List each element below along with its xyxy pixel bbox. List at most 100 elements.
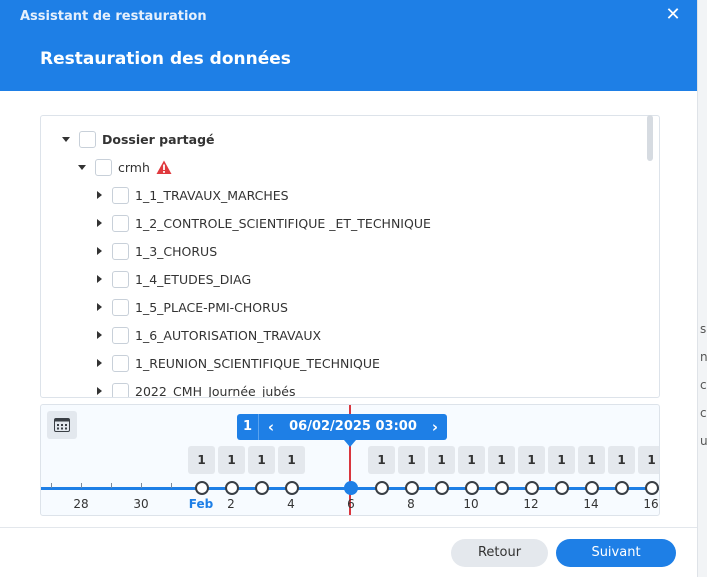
snapshot-node[interactable]: [375, 481, 389, 495]
next-button[interactable]: Suivant: [556, 539, 676, 567]
day-label: 8: [407, 497, 415, 511]
background-text: n: [700, 350, 707, 364]
window-title: Assistant de restauration: [20, 9, 207, 24]
folder-label: 1_2_CONTROLE_SCIENTIFIQUE _ET_TECHNIQUE: [135, 215, 431, 231]
chevron-right-icon[interactable]: [92, 384, 106, 397]
background-text: s: [700, 322, 707, 336]
chevron-right-icon[interactable]: [92, 300, 106, 314]
background-text: u: [700, 434, 707, 448]
chevron-down-icon[interactable]: [59, 132, 73, 146]
snapshot-count-badge[interactable]: 1: [488, 446, 515, 474]
snapshot-count-badge[interactable]: 1: [578, 446, 605, 474]
tree-row-root[interactable]: Dossier partagé: [59, 125, 215, 153]
day-label: 14: [583, 497, 599, 511]
folder-checkbox[interactable]: [112, 354, 129, 372]
background-text: c: [700, 406, 707, 420]
selected-snapshot-node[interactable]: [344, 481, 358, 495]
snapshot-node[interactable]: [525, 481, 539, 495]
snapshot-count-badge[interactable]: 1: [638, 446, 659, 474]
folder-checkbox[interactable]: [112, 326, 129, 344]
close-icon[interactable]: ✕: [662, 4, 684, 26]
chevron-right-icon[interactable]: [92, 356, 106, 370]
day-label: 12: [523, 497, 539, 511]
calendar-button[interactable]: [47, 411, 77, 439]
folder-tree[interactable]: Dossier partagé crmh 1_1_TRAVAUX_MARCHES…: [40, 115, 660, 398]
folder-label: 1_REUNION_SCIENTIFIQUE_TECHNIQUE: [135, 355, 380, 371]
tree-row-folder[interactable]: 1_3_CHORUS: [92, 237, 217, 265]
chevron-right-icon[interactable]: [92, 244, 106, 258]
day-label: 16: [643, 497, 659, 511]
tree-row-folder[interactable]: 1_5_PLACE-PMI-CHORUS: [92, 293, 288, 321]
tree-row-folder[interactable]: 2022_CMH_Journée_jubés: [92, 377, 296, 398]
snapshot-node[interactable]: [435, 481, 449, 495]
snapshot-count: 1: [237, 414, 259, 440]
background-text: c: [700, 378, 707, 392]
snapshot-node[interactable]: [405, 481, 419, 495]
chevron-right-icon[interactable]: [92, 272, 106, 286]
snapshot-node[interactable]: [255, 481, 269, 495]
chevron-right-icon[interactable]: [92, 216, 106, 230]
snapshot-node[interactable]: [465, 481, 479, 495]
snapshot-count-badge[interactable]: 1: [548, 446, 575, 474]
snapshot-count-badge[interactable]: 1: [218, 446, 245, 474]
folder-label: 1_3_CHORUS: [135, 243, 218, 259]
folder-label: 1_6_AUTORISATION_TRAVAUX: [135, 327, 322, 343]
restore-wizard-dialog: Assistant de restauration ✕ Restauration…: [0, 0, 697, 577]
back-button[interactable]: Retour: [451, 539, 548, 567]
snapshot-timeline[interactable]: 11111111111111 28 30 Feb 2 4 6 8 10 12 14 16 1 ‹ 0…: [40, 404, 660, 516]
day-label: 2: [227, 497, 235, 511]
folder-checkbox[interactable]: [112, 214, 129, 232]
folder-label: 1_5_PLACE-PMI-CHORUS: [135, 299, 288, 315]
snapshot-count-badge[interactable]: 1: [398, 446, 425, 474]
tree-row-folder[interactable]: 1_4_ETUDES_DIAG: [92, 265, 251, 293]
axis-tick: [141, 483, 142, 488]
snapshot-count-badge[interactable]: 1: [518, 446, 545, 474]
tree-row-folder[interactable]: 1_REUNION_SCIENTIFIQUE_TECHNIQUE: [92, 349, 380, 377]
share-checkbox[interactable]: [95, 158, 112, 176]
snapshot-node[interactable]: [225, 481, 239, 495]
dialog-header: Assistant de restauration ✕ Restauration…: [0, 0, 697, 91]
tree-row-folder[interactable]: 1_6_AUTORISATION_TRAVAUX: [92, 321, 321, 349]
folder-label: 2022_CMH_Journée_jubés: [135, 383, 296, 398]
folder-checkbox[interactable]: [112, 298, 129, 316]
folder-checkbox[interactable]: [112, 186, 129, 204]
snapshot-count-badge[interactable]: 1: [188, 446, 215, 474]
folder-checkbox[interactable]: [112, 382, 129, 397]
axis-tick: [171, 483, 172, 488]
tree-row-folder[interactable]: 1_1_TRAVAUX_MARCHES: [92, 181, 289, 209]
snapshot-count-badge[interactable]: 1: [368, 446, 395, 474]
snapshot-count-badge[interactable]: 1: [458, 446, 485, 474]
tree-row-folder[interactable]: 1_2_CONTROLE_SCIENTIFIQUE _ET_TECHNIQUE: [92, 209, 431, 237]
snapshot-datetime: 06/02/2025 03:00: [289, 419, 417, 434]
selected-snapshot-bar: 1 ‹ 06/02/2025 03:00 ›: [237, 414, 447, 440]
snapshot-node[interactable]: [615, 481, 629, 495]
calendar-icon: [54, 418, 70, 432]
snapshot-count-badge[interactable]: 1: [428, 446, 455, 474]
snapshot-count-badge[interactable]: 1: [278, 446, 305, 474]
tree-root-label: Dossier partagé: [102, 131, 215, 147]
snapshot-node[interactable]: [495, 481, 509, 495]
snapshot-node[interactable]: [285, 481, 299, 495]
folder-checkbox[interactable]: [112, 270, 129, 288]
chevron-down-icon[interactable]: [75, 160, 89, 174]
folder-label: 1_4_ETUDES_DIAG: [135, 271, 252, 287]
next-snapshot-button[interactable]: ›: [423, 414, 447, 440]
snapshot-node[interactable]: [585, 481, 599, 495]
axis-tick: [81, 483, 82, 488]
tree-row-share[interactable]: crmh: [75, 153, 172, 181]
day-label: 28: [73, 497, 89, 511]
snapshot-pointer: [344, 440, 356, 447]
snapshot-node[interactable]: [555, 481, 569, 495]
root-checkbox[interactable]: [79, 130, 96, 148]
day-label: 4: [287, 497, 295, 511]
snapshot-count-badge[interactable]: 1: [248, 446, 275, 474]
folder-checkbox[interactable]: [112, 242, 129, 260]
tree-scrollbar[interactable]: [647, 115, 653, 161]
folder-label: 1_1_TRAVAUX_MARCHES: [135, 187, 289, 203]
snapshot-node[interactable]: [645, 481, 659, 495]
prev-snapshot-button[interactable]: ‹: [259, 414, 283, 440]
snapshot-count-badge[interactable]: 1: [608, 446, 635, 474]
chevron-right-icon[interactable]: [92, 328, 106, 342]
chevron-right-icon[interactable]: [92, 188, 106, 202]
snapshot-node[interactable]: [195, 481, 209, 495]
